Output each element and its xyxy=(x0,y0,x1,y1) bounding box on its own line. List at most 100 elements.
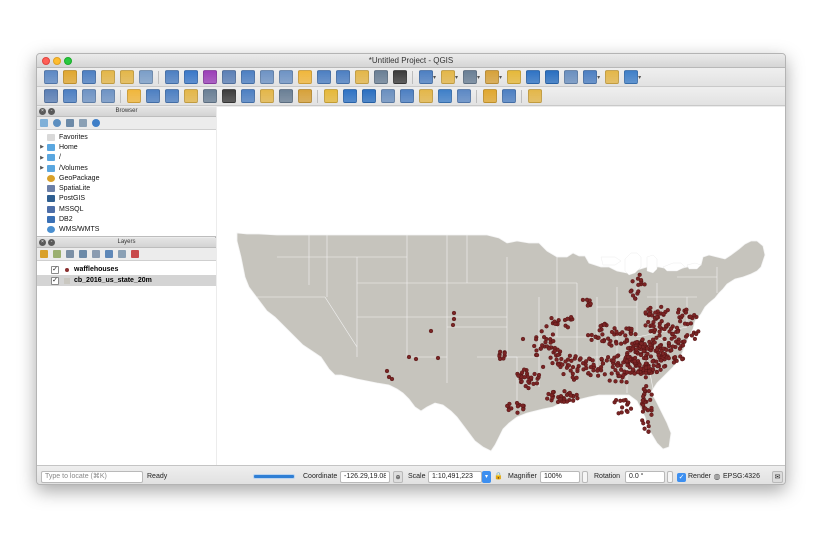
new-project-icon[interactable] xyxy=(43,70,58,84)
select-by-value-icon[interactable] xyxy=(462,70,477,84)
scale-dropdown-icon[interactable]: ▾ xyxy=(482,471,491,483)
show-hide-label-icon[interactable] xyxy=(399,89,414,103)
save-project-icon[interactable] xyxy=(81,70,96,84)
remove-layer-icon[interactable] xyxy=(131,250,139,258)
statistics-icon[interactable] xyxy=(544,70,559,84)
add-selected-layers-icon[interactable] xyxy=(40,119,48,127)
rotate-label-icon[interactable] xyxy=(437,89,452,103)
label-icon[interactable] xyxy=(323,89,338,103)
zoom-full-icon[interactable] xyxy=(240,70,255,84)
dropdown-arrow-icon[interactable]: ▾ xyxy=(477,74,480,81)
new-print-layout-icon[interactable] xyxy=(119,70,134,84)
refresh-icon[interactable] xyxy=(392,70,407,84)
dropdown-arrow-icon[interactable]: ▾ xyxy=(455,74,458,81)
crs-button[interactable]: EPSG:4326 xyxy=(723,471,760,483)
expand-all-icon[interactable] xyxy=(105,250,113,258)
browser-item[interactable]: ▶ / xyxy=(37,153,216,163)
layer-item[interactable]: ✓ cb_2016_us_state_20m xyxy=(37,275,216,286)
zoom-to-layer-icon[interactable] xyxy=(278,70,293,84)
browser-item[interactable]: ▶ Home xyxy=(37,142,216,152)
filter-by-expression-icon[interactable] xyxy=(92,250,100,258)
lock-scale-icon[interactable]: 🔒 xyxy=(494,471,503,483)
add-feature-icon[interactable] xyxy=(164,89,179,103)
expand-arrow-icon[interactable]: ▶ xyxy=(37,155,47,161)
zoom-to-selection-icon[interactable] xyxy=(259,70,274,84)
paste-icon[interactable] xyxy=(259,89,274,103)
copy-icon[interactable] xyxy=(240,89,255,103)
edit-icon[interactable] xyxy=(100,89,115,103)
diagram-icon[interactable] xyxy=(361,89,376,103)
pencil-icon[interactable] xyxy=(145,89,160,103)
pan-to-selection-icon[interactable] xyxy=(183,70,198,84)
collapse-all-icon[interactable] xyxy=(79,119,87,127)
expand-arrow-icon[interactable]: ▶ xyxy=(37,165,47,171)
browser-item[interactable]: ▶ /Volumes xyxy=(37,163,216,173)
save-as-icon[interactable] xyxy=(100,70,115,84)
identify-icon[interactable] xyxy=(418,70,433,84)
layer-item[interactable]: ✓ wafflehouses xyxy=(37,264,216,275)
browser-item[interactable]: GeoPackage xyxy=(37,173,216,183)
undo-icon[interactable] xyxy=(278,89,293,103)
filter-icon[interactable] xyxy=(66,119,74,127)
measure-icon[interactable] xyxy=(582,70,597,84)
sum-icon[interactable] xyxy=(563,70,578,84)
manage-map-themes-icon[interactable] xyxy=(66,250,74,258)
python-icon[interactable] xyxy=(501,89,516,103)
filter-legend-icon[interactable] xyxy=(79,250,87,258)
data-source-manager-icon[interactable] xyxy=(43,89,58,103)
layer-visibility-checkbox[interactable]: ✓ xyxy=(51,265,59,274)
locator-search-input[interactable] xyxy=(41,471,143,483)
open-project-icon[interactable] xyxy=(62,70,77,84)
expand-arrow-icon[interactable]: ▶ xyxy=(37,144,47,150)
digitize-icon[interactable] xyxy=(81,89,96,103)
redo-icon[interactable] xyxy=(297,89,312,103)
browser-item[interactable]: WMS/WMTS xyxy=(37,225,216,235)
magnifier-stepper[interactable] xyxy=(582,471,588,483)
scale-field[interactable] xyxy=(428,471,482,483)
render-checkbox[interactable]: ✓ xyxy=(677,473,686,482)
rotation-stepper[interactable] xyxy=(667,471,673,483)
text-annotation-icon[interactable] xyxy=(623,70,638,84)
pin-label-icon[interactable] xyxy=(380,89,395,103)
new-layer-icon[interactable] xyxy=(62,89,77,103)
new-bookmark-icon[interactable] xyxy=(354,70,369,84)
collapse-all-icon[interactable] xyxy=(118,250,126,258)
open-attribute-table-icon[interactable] xyxy=(506,70,521,84)
zoom-in-icon[interactable] xyxy=(202,70,217,84)
help-icon[interactable] xyxy=(527,89,542,103)
browser-item[interactable]: PostGIS xyxy=(37,194,216,204)
select-icon[interactable] xyxy=(440,70,455,84)
browser-item[interactable]: SpatiaLite xyxy=(37,183,216,193)
dropdown-arrow-icon[interactable]: ▾ xyxy=(499,74,502,81)
dropdown-arrow-icon[interactable]: ▾ xyxy=(597,74,600,81)
add-group-icon[interactable] xyxy=(53,250,61,258)
map-canvas[interactable] xyxy=(217,107,785,465)
pan-icon[interactable] xyxy=(164,70,179,84)
browser-item[interactable]: Favorites xyxy=(37,132,216,142)
rotation-field[interactable] xyxy=(625,471,665,483)
zoom-next-icon[interactable] xyxy=(335,70,350,84)
dropdown-arrow-icon[interactable]: ▾ xyxy=(638,74,641,81)
plugin-icon[interactable] xyxy=(482,89,497,103)
browser-item[interactable]: MSSQL xyxy=(37,204,216,214)
coordinate-field[interactable] xyxy=(340,471,390,483)
layer-labeling-icon[interactable] xyxy=(342,89,357,103)
dropdown-arrow-icon[interactable]: ▾ xyxy=(433,74,436,81)
deselect-icon[interactable] xyxy=(484,70,499,84)
browser-item[interactable]: DB2 xyxy=(37,214,216,224)
messages-icon[interactable]: ✉ xyxy=(772,471,783,483)
field-calculator-icon[interactable] xyxy=(525,70,540,84)
toggle-extents-icon[interactable]: ⊕ xyxy=(393,471,403,483)
layout-manager-icon[interactable] xyxy=(138,70,153,84)
show-bookmarks-icon[interactable] xyxy=(373,70,388,84)
magnifier-field[interactable] xyxy=(540,471,580,483)
zoom-last-icon[interactable] xyxy=(316,70,331,84)
delete-icon[interactable] xyxy=(202,89,217,103)
properties-icon[interactable] xyxy=(92,119,100,127)
open-layer-styling-icon[interactable] xyxy=(40,250,48,258)
zoom-out-icon[interactable] xyxy=(221,70,236,84)
layer-visibility-checkbox[interactable]: ✓ xyxy=(51,276,59,285)
move-label-icon[interactable] xyxy=(418,89,433,103)
annotation-icon[interactable] xyxy=(604,70,619,84)
zoom-native-icon[interactable] xyxy=(297,70,312,84)
